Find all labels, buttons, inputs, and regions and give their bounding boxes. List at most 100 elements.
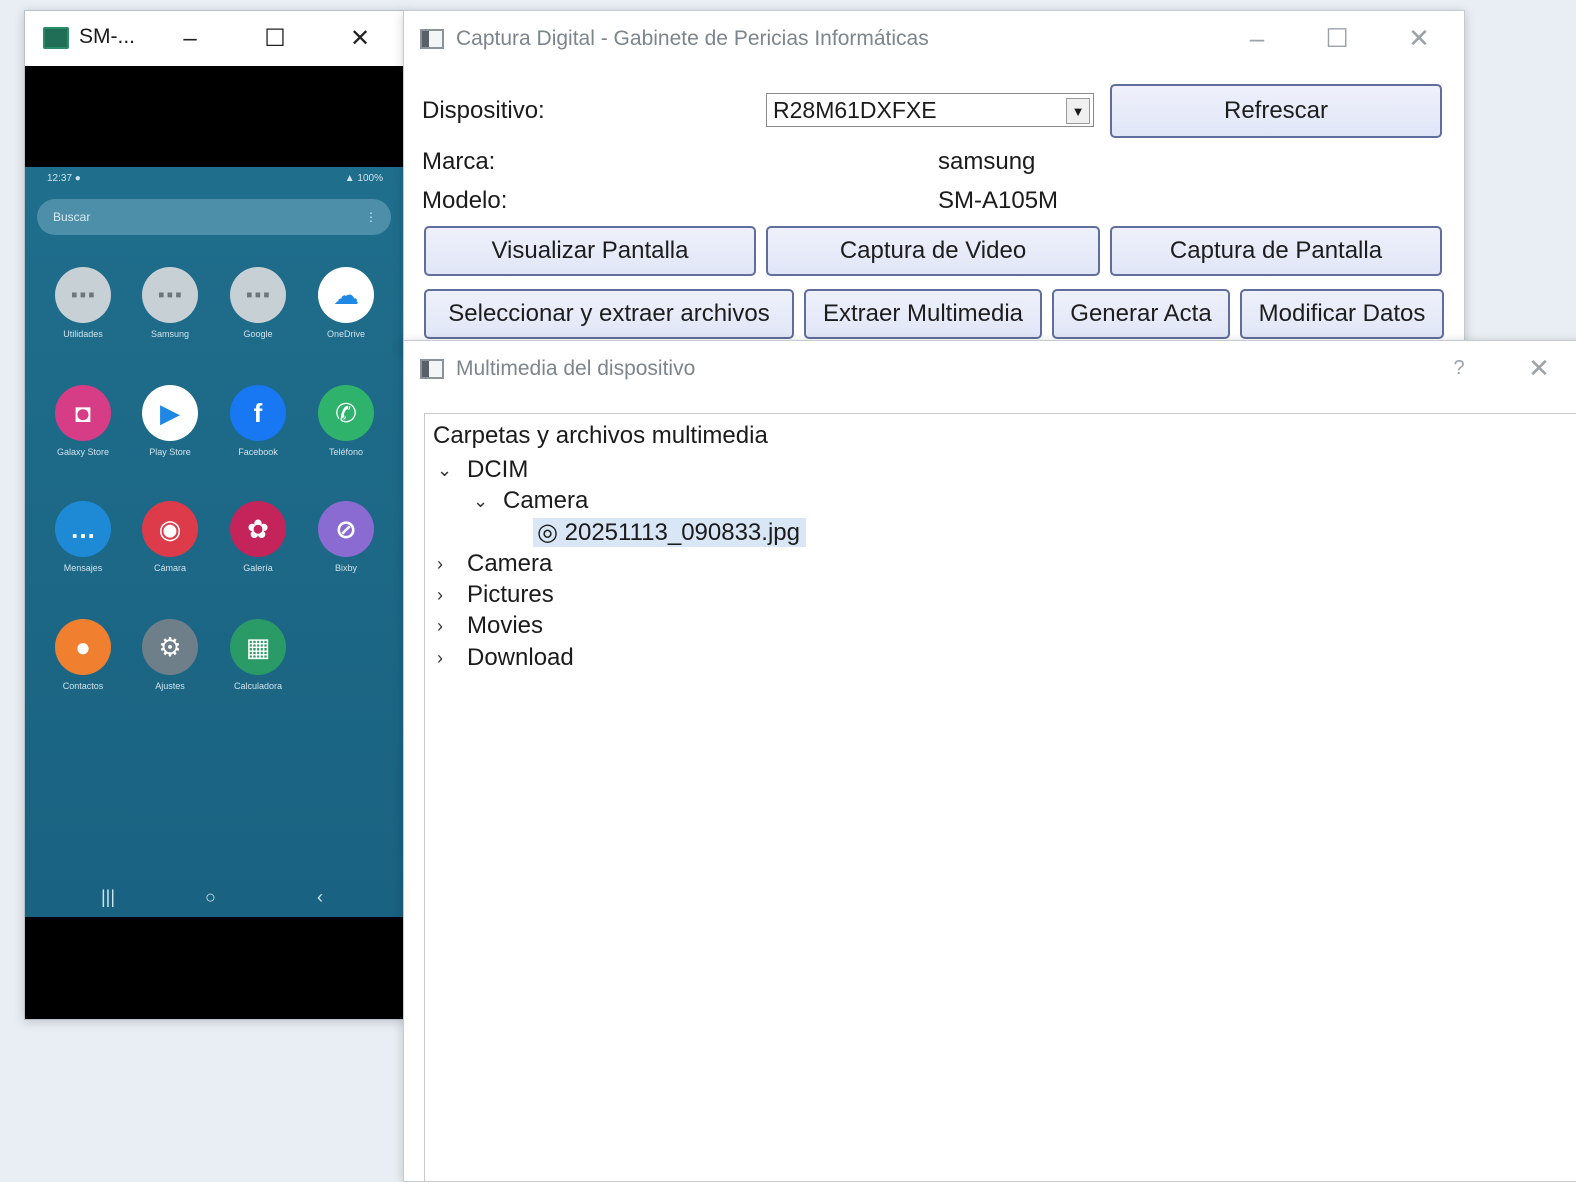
phone-bottom-bezel [25, 917, 405, 1019]
app-label: Galaxy Store [56, 447, 110, 457]
recent-apps-icon[interactable]: ||| [101, 887, 115, 908]
tree-item-file-selected[interactable]: ◎ 20251113_090833.jpg [533, 518, 806, 547]
more-options-icon[interactable]: ⋮ [365, 199, 377, 235]
app-label: Ajustes [155, 681, 185, 691]
close-button[interactable]: ✕ [325, 11, 395, 66]
app-calculator[interactable]: ▦ Calculadora [218, 619, 298, 691]
app-folder[interactable]: ⋯ Samsung [130, 267, 210, 339]
multimedia-dialog: Multimedia del dispositivo ? ✕ Carpetas … [403, 340, 1576, 1182]
select-extract-files-button[interactable]: Seleccionar y extraer archivos [424, 289, 794, 339]
brand-value: samsung [938, 148, 1036, 175]
app-bag[interactable]: ◘ Galaxy Store [43, 385, 123, 457]
contacts-icon: ● [55, 619, 111, 675]
settings-icon: ⚙ [142, 619, 198, 675]
app-gallery[interactable]: ✿ Galería [218, 501, 298, 573]
folder-icon: ⋯ [55, 267, 111, 323]
tree-item-camera[interactable]: Camera [503, 487, 588, 515]
app-messages[interactable]: … Mensajes [43, 501, 123, 573]
window-app-icon [420, 359, 444, 379]
app-cloud[interactable]: ☁ OneDrive [306, 267, 386, 339]
phone-window-titlebar[interactable]: SM-... – ☐ ✕ [25, 11, 405, 66]
app-camera[interactable]: ◉ Cámara [130, 501, 210, 573]
view-screen-button[interactable]: Visualizar Pantalla [424, 226, 756, 276]
collapse-chevron-icon[interactable]: › [437, 585, 443, 606]
phone-icon: ✆ [318, 385, 374, 441]
main-window-title: Captura Digital - Gabinete de Pericias I… [456, 27, 929, 50]
close-button[interactable]: ✕ [1384, 11, 1454, 66]
home-icon[interactable]: ○ [205, 887, 216, 908]
model-value: SM-A105M [938, 187, 1059, 214]
phone-top-bezel [25, 67, 405, 167]
app-facebook[interactable]: f Facebook [218, 385, 298, 457]
phone-home-screen[interactable]: 12:37 ● ▲ 100% Buscar ⋮ ⋯ Utilidades ⋯ Sams… [25, 167, 405, 917]
app-folder[interactable]: ⋯ Google [218, 267, 298, 339]
app-label: Cámara [153, 563, 186, 573]
tree-item-movies[interactable]: Movies [467, 612, 543, 640]
expand-chevron-icon[interactable]: ⌄ [437, 460, 452, 481]
gallery-icon: ✿ [230, 501, 286, 557]
app-bixby[interactable]: ⊘ Bixby [306, 501, 386, 573]
messages-icon: … [55, 501, 111, 557]
facebook-icon: f [230, 385, 286, 441]
minimize-button[interactable]: – [1222, 11, 1292, 66]
scrcpy-app-icon [43, 27, 69, 49]
app-folder[interactable]: ⋯ Utilidades [43, 267, 123, 339]
app-label: Google [243, 329, 273, 339]
tree-item-dcim[interactable]: DCIM [467, 456, 528, 484]
device-select[interactable]: R28M61DXFXE ▼ [766, 93, 1094, 127]
phone-search-placeholder: Buscar [53, 210, 91, 224]
main-window: Captura Digital - Gabinete de Pericias I… [403, 10, 1465, 352]
back-icon[interactable]: ‹ [317, 887, 323, 908]
collapse-chevron-icon[interactable]: › [437, 616, 443, 637]
collapse-chevron-icon[interactable]: › [437, 554, 443, 575]
dropdown-arrow-icon[interactable]: ▼ [1066, 98, 1090, 124]
dialog-titlebar[interactable]: Multimedia del dispositivo ? ✕ [404, 341, 1576, 396]
main-window-titlebar[interactable]: Captura Digital - Gabinete de Pericias I… [404, 11, 1464, 66]
bixby-icon: ⊘ [318, 501, 374, 557]
device-select-value: R28M61DXFXE [773, 97, 937, 123]
status-icons: ▲ 100% [344, 173, 383, 184]
app-label: Mensajes [63, 563, 103, 573]
brand-label: Marca: [422, 148, 496, 175]
phone-window-title: SM-... [79, 25, 135, 48]
screen-capture-button[interactable]: Captura de Pantalla [1110, 226, 1442, 276]
extract-multimedia-button[interactable]: Extraer Multimedia [804, 289, 1042, 339]
app-label: Play Store [149, 447, 191, 457]
expand-chevron-icon[interactable]: ⌄ [473, 491, 488, 512]
cloud-icon: ☁ [318, 267, 374, 323]
app-contacts[interactable]: ● Contactos [43, 619, 123, 691]
video-capture-button[interactable]: Captura de Video [766, 226, 1100, 276]
close-button[interactable]: ✕ [1504, 341, 1574, 396]
app-label: Calculadora [233, 681, 283, 691]
file-name: 20251113_090833.jpg [564, 519, 800, 546]
app-label: Bixby [334, 563, 357, 573]
model-label: Modelo: [422, 187, 508, 214]
play-icon: ▶ [142, 385, 198, 441]
collapse-chevron-icon[interactable]: › [437, 648, 443, 669]
phone-search-bar[interactable]: Buscar ⋮ [37, 199, 391, 235]
app-phone[interactable]: ✆ Teléfono [306, 385, 386, 457]
device-label: Dispositivo: [422, 97, 545, 124]
app-label: Contactos [62, 681, 104, 691]
app-label: Teléfono [328, 447, 364, 457]
app-settings[interactable]: ⚙ Ajustes [130, 619, 210, 691]
generate-report-button[interactable]: Generar Acta [1052, 289, 1230, 339]
help-button[interactable]: ? [1424, 341, 1494, 396]
minimize-button[interactable]: – [155, 11, 225, 66]
app-play[interactable]: ▶ Play Store [130, 385, 210, 457]
folder-icon: ⋯ [230, 267, 286, 323]
app-label: Samsung [150, 329, 190, 339]
modify-data-button[interactable]: Modificar Datos [1240, 289, 1444, 339]
tree-item-pictures[interactable]: Pictures [467, 581, 554, 609]
app-label: OneDrive [326, 329, 365, 339]
maximize-button[interactable]: ☐ [240, 11, 310, 66]
app-label: Utilidades [63, 329, 103, 339]
maximize-button[interactable]: ☐ [1302, 11, 1372, 66]
app-label: Galería [243, 563, 273, 573]
bag-icon: ◘ [55, 385, 111, 441]
tree-item-camera-folder[interactable]: Camera [467, 550, 552, 578]
media-tree[interactable]: Carpetas y archivos multimedia ⌄ DCIM ⌄ … [424, 413, 1576, 1181]
tree-item-download[interactable]: Download [467, 644, 574, 672]
image-file-icon: ◎ [537, 519, 558, 546]
refresh-button[interactable]: Refrescar [1110, 84, 1442, 138]
